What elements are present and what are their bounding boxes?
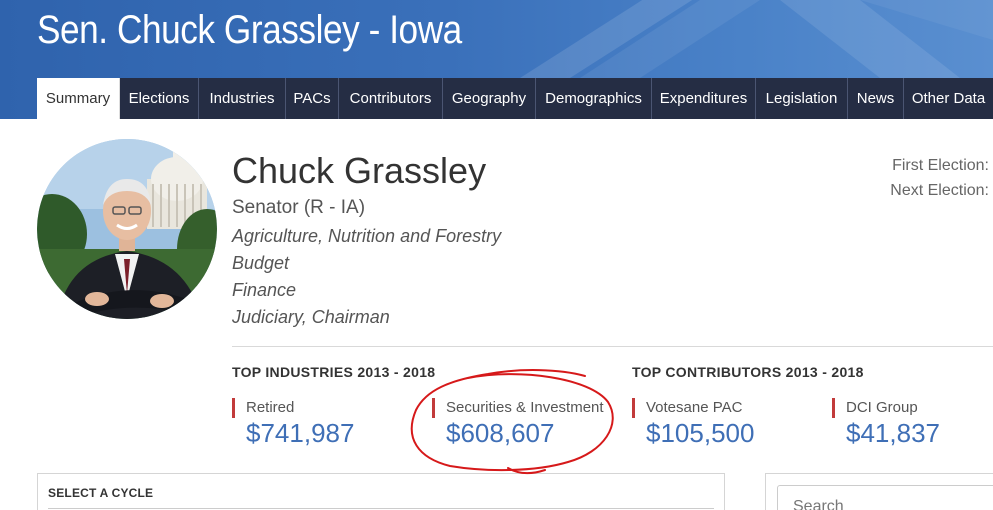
contributor-amount[interactable]: $105,500 [646,418,754,449]
top-contributors-heading: TOP CONTRIBUTORS 2013 - 2018 [632,364,864,380]
cycle-select-dropdown[interactable] [48,508,714,509]
section-divider [232,346,993,347]
next-election-label: Next Election: [890,182,989,199]
select-cycle-panel: SELECT A CYCLE [37,473,725,510]
tab-demographics[interactable]: Demographics [536,78,652,119]
committee-item: Budget [232,253,290,273]
committee-item: Finance [232,280,297,300]
senator-photo [37,139,217,319]
tab-expenditures[interactable]: Expenditures [652,78,756,119]
search-panel [765,473,993,510]
industry-amount[interactable]: $741,987 [246,418,354,449]
senator-name: Chuck Grassley [232,150,487,191]
committee-item: Judiciary, Chairman [232,307,390,327]
contributor-amount[interactable]: $41,837 [846,418,940,449]
industry-stat[interactable]: Retired [232,398,294,418]
tab-news[interactable]: News [848,78,904,119]
senator-role: Senator (R - IA) [232,197,366,218]
tab-contributors[interactable]: Contributors [339,78,443,119]
committee-list: Agriculture, Nutrition and Forestry Budg… [232,225,501,333]
senator-photo-image [37,139,217,319]
contributor-label: DCI Group [846,399,918,416]
committee-item: Agriculture, Nutrition and Forestry [232,226,502,246]
tab-legislation[interactable]: Legislation [756,78,848,119]
industry-amount[interactable]: $608,607 [446,418,554,449]
tab-industries[interactable]: Industries [199,78,286,119]
tab-elections[interactable]: Elections [120,78,199,119]
first-election-label: First Election: [892,157,989,174]
contributor-stat[interactable]: DCI Group [832,398,918,418]
nav-tabs: Summary Elections Industries PACs Contri… [37,78,993,119]
tab-geography[interactable]: Geography [443,78,536,119]
contributor-label: Votesane PAC [646,399,743,416]
industry-label: Retired [246,399,295,416]
search-input[interactable] [777,485,993,510]
select-cycle-label: SELECT A CYCLE [48,486,154,500]
contributor-stat[interactable]: Votesane PAC [632,398,742,418]
top-industries-heading: TOP INDUSTRIES 2013 - 2018 [232,364,436,380]
tab-summary[interactable]: Summary [37,78,120,119]
industry-label: Securities & Investment [446,399,604,416]
tab-other-data[interactable]: Other Data [904,78,993,119]
industry-stat[interactable]: Securities & Investment [432,398,604,418]
page-title: Sen. Chuck Grassley - Iowa [37,8,462,52]
tab-pacs[interactable]: PACs [286,78,339,119]
